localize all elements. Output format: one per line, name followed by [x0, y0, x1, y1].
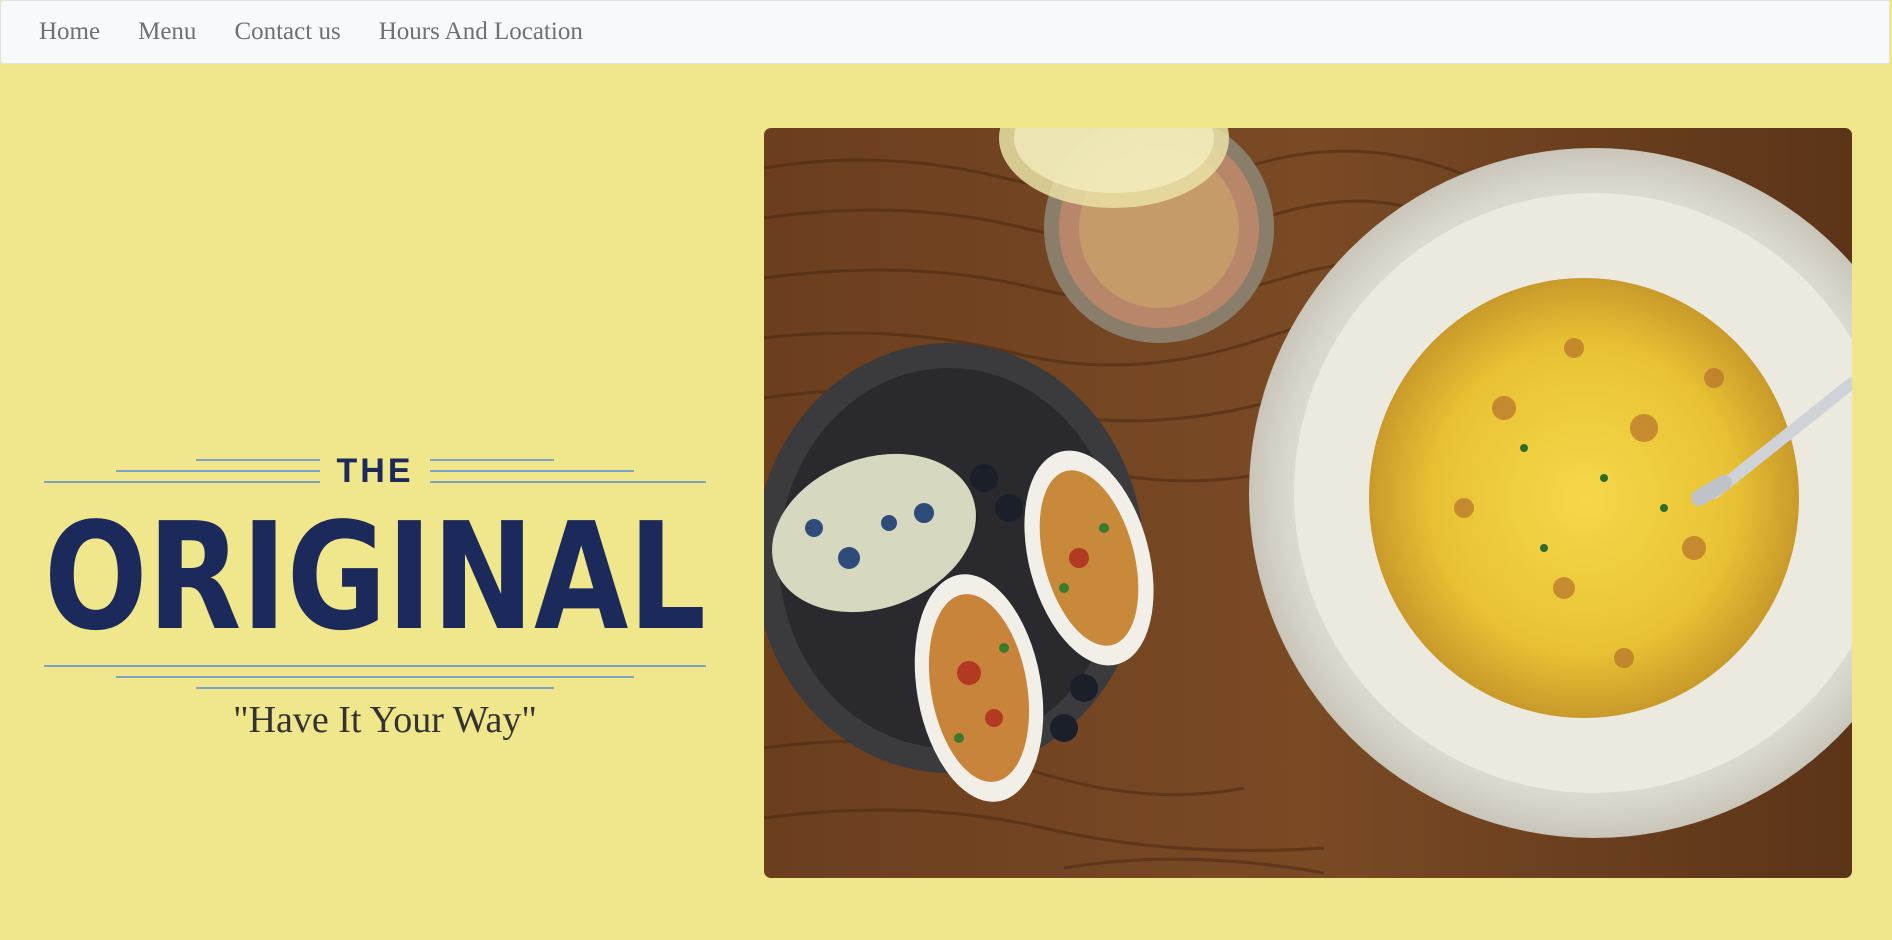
hero-food-photo	[764, 128, 1852, 878]
nav-contact-link[interactable]: Contact us	[234, 18, 340, 46]
logo-bottom-rules	[44, 665, 706, 689]
brand-logo-graphic: THE ORIGINAL	[44, 452, 706, 689]
tagline: "Have It Your Way"	[233, 699, 537, 741]
food-photo-icon	[764, 128, 1852, 878]
nav-menu-link[interactable]: Menu	[138, 18, 196, 46]
nav-home-link[interactable]: Home	[39, 18, 100, 46]
nav-hours-location-link[interactable]: Hours And Location	[379, 18, 583, 46]
logo-original-text: ORIGINAL	[44, 491, 706, 663]
logo-the-text: THE	[337, 456, 414, 490]
top-navbar: Home Menu Contact us Hours And Location	[0, 0, 1890, 64]
